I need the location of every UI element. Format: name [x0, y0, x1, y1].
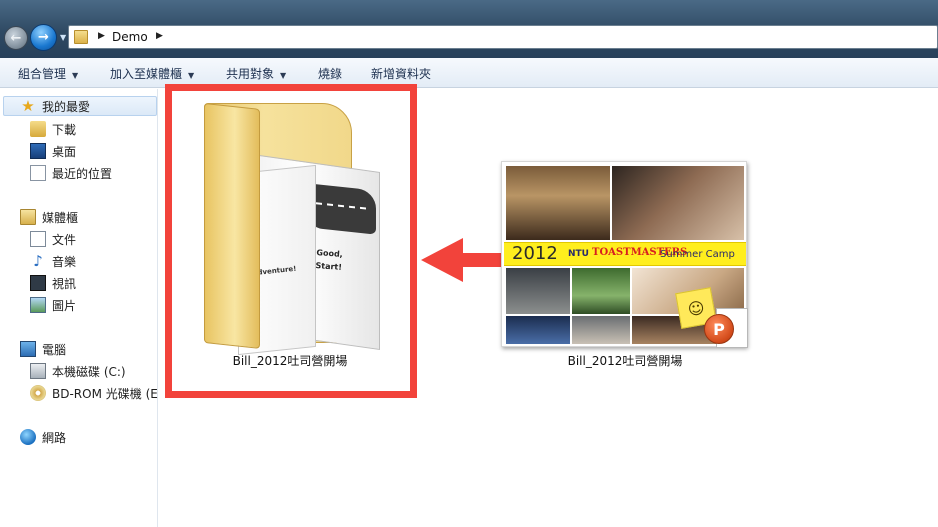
nav-computer-label: 電腦	[42, 342, 67, 357]
burn-label: 燒錄	[318, 67, 343, 81]
photo-tile	[572, 268, 630, 314]
nav-item-documents[interactable]: 文件	[30, 229, 76, 249]
nav-item-label: 圖片	[52, 298, 77, 313]
back-arrow-icon: ←	[10, 30, 22, 46]
computer-icon	[20, 341, 36, 357]
navigation-pane: ★ 我的最愛 下載 桌面 最近的位置 媒體櫃 文件 ♪ 音樂 視訊 圖片 電腦 …	[0, 89, 158, 527]
documents-icon	[30, 231, 46, 247]
nav-item-label: 最近的位置	[52, 166, 113, 181]
bd-rom-drive-icon	[30, 385, 46, 401]
chevron-down-icon: ▼	[188, 71, 195, 80]
new-folder-label: 新增資料夾	[371, 67, 432, 81]
nav-item-desktop[interactable]: 桌面	[30, 141, 76, 161]
pictures-icon	[30, 297, 46, 313]
forward-button[interactable]: →	[30, 24, 57, 51]
nav-item-label: 視訊	[52, 276, 77, 291]
nav-network[interactable]: 網路	[20, 427, 66, 447]
photo-tile	[572, 316, 630, 344]
libraries-icon	[20, 209, 36, 225]
folder-icon	[74, 30, 88, 44]
include-in-library-button[interactable]: 加入至媒體櫃 ▼	[110, 65, 194, 82]
nav-favorites[interactable]: ★ 我的最愛	[3, 96, 157, 116]
nav-item-videos[interactable]: 視訊	[30, 273, 76, 293]
breadcrumb-separator-icon[interactable]: ▶	[156, 31, 163, 41]
photo-tile	[506, 166, 610, 240]
chevron-down-icon: ▼	[72, 71, 79, 80]
address-bar: ← → ▼ ▶ Demo ▶	[0, 0, 938, 58]
organize-button[interactable]: 組合管理 ▼	[18, 65, 78, 82]
include-in-library-label: 加入至媒體櫃	[110, 67, 183, 81]
nav-item-label: BD-ROM 光碟機 (E:	[52, 386, 158, 401]
new-folder-button[interactable]: 新增資料夾	[371, 65, 431, 82]
nav-favorites-label: 我的最愛	[42, 99, 91, 114]
chevron-down-icon: ▼	[280, 71, 287, 80]
network-icon	[20, 429, 36, 445]
banner-event: Summer Camp	[660, 249, 735, 260]
photo-tile	[612, 166, 744, 240]
share-with-label: 共用對象	[226, 67, 275, 81]
local-disk-icon	[30, 363, 46, 379]
nav-item-music[interactable]: ♪ 音樂	[30, 251, 76, 271]
nav-libraries[interactable]: 媒體櫃	[20, 207, 78, 227]
nav-item-bd-rom[interactable]: BD-ROM 光碟機 (E:	[30, 383, 158, 403]
command-toolbar: 組合管理 ▼ 加入至媒體櫃 ▼ 共用對象 ▼ 燒錄 新增資料夾	[0, 58, 938, 88]
nav-item-label: 桌面	[52, 144, 77, 159]
nav-item-recent-places[interactable]: 最近的位置	[30, 163, 112, 183]
recent-places-icon	[30, 165, 46, 181]
music-icon: ♪	[33, 252, 43, 270]
powerpoint-logo-icon: P	[704, 314, 734, 344]
nav-item-local-disk[interactable]: 本機磁碟 (C:)	[30, 361, 126, 381]
burn-button[interactable]: 燒錄	[318, 65, 342, 82]
share-with-button[interactable]: 共用對象 ▼	[226, 65, 286, 82]
nav-item-downloads[interactable]: 下載	[30, 119, 76, 139]
back-button[interactable]: ←	[4, 26, 28, 50]
breadcrumb-location[interactable]: Demo	[112, 30, 148, 44]
desktop-icon	[30, 143, 46, 159]
presentation-file-name[interactable]: Bill_2012吐司營開場	[500, 352, 750, 369]
presentation-file-item[interactable]: 2012 NTU TOASTMASTERS Summer Camp ☺ P Bi…	[500, 160, 750, 370]
nav-item-pictures[interactable]: 圖片	[30, 295, 76, 315]
nav-item-label: 文件	[52, 232, 77, 247]
organize-label: 組合管理	[18, 67, 67, 81]
videos-icon	[30, 275, 46, 291]
nav-network-label: 網路	[42, 430, 67, 445]
nav-libraries-label: 媒體櫃	[42, 210, 79, 225]
camp-banner: 2012 NTU TOASTMASTERS Summer Camp	[504, 242, 746, 266]
annotation-arrow-icon	[421, 238, 501, 282]
highlight-annotation-box	[165, 84, 417, 398]
address-field[interactable]: ▶ Demo ▶	[68, 25, 938, 49]
forward-arrow-icon: →	[38, 30, 49, 45]
nav-item-label: 音樂	[52, 254, 77, 269]
nav-item-label: 本機磁碟 (C:)	[52, 364, 126, 379]
banner-ntu: NTU	[568, 249, 589, 259]
nav-computer[interactable]: 電腦	[20, 339, 66, 359]
recent-pages-dropdown-icon[interactable]: ▼	[60, 33, 66, 42]
downloads-icon	[30, 121, 46, 137]
nav-item-label: 下載	[52, 122, 77, 137]
banner-year: 2012	[512, 243, 558, 264]
breadcrumb-separator-icon[interactable]: ▶	[98, 31, 105, 41]
star-icon: ★	[21, 97, 35, 115]
powerpoint-icon: P	[704, 306, 750, 350]
photo-tile	[506, 316, 570, 344]
photo-tile	[506, 268, 570, 314]
